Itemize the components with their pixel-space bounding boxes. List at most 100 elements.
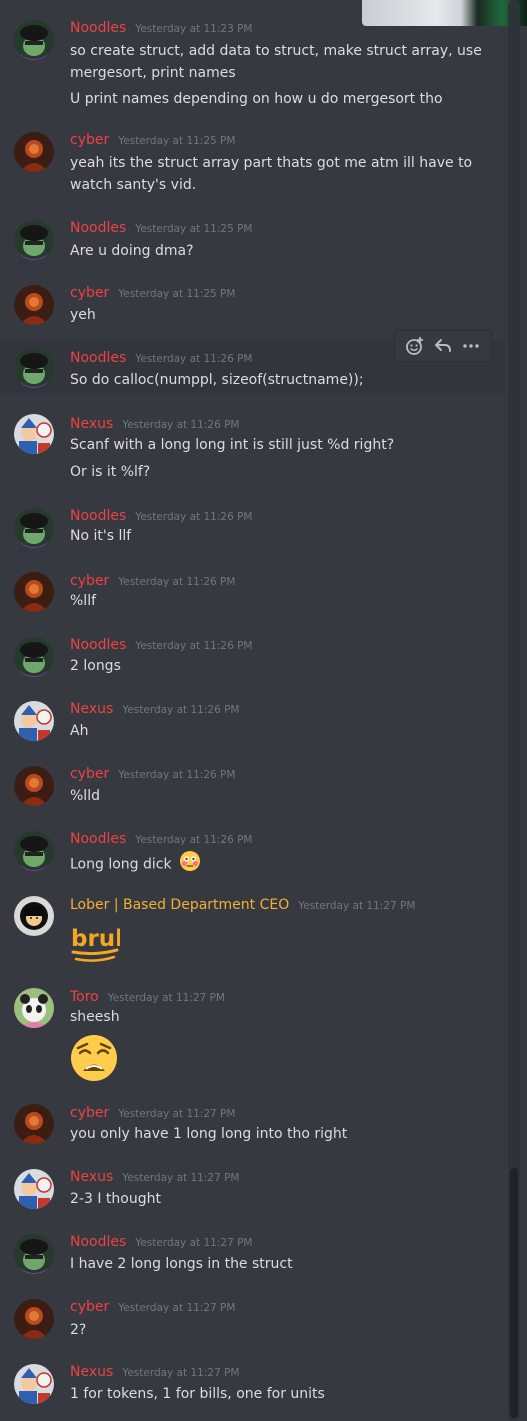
message-text: %lld	[70, 788, 100, 804]
avatar[interactable]	[14, 220, 54, 260]
message-text: you only have 1 long long into tho right	[70, 1126, 348, 1142]
message-group: Noodles Yesterday at 11:23 PM so create …	[0, 10, 505, 116]
message-text: 2-3 I thought	[70, 1191, 161, 1207]
timestamp: Yesterday at 11:27 PM	[107, 992, 225, 1004]
add-reaction-icon[interactable]	[403, 334, 427, 358]
username[interactable]: Noodles	[70, 831, 126, 847]
timestamp: Yesterday at 11:27 PM	[122, 1367, 240, 1379]
scrollbar-thumb[interactable]	[510, 1168, 518, 1418]
message-group: Noodles Yesterday at 11:26 PM No it's ll…	[0, 500, 505, 556]
flushed-emoji-icon	[179, 850, 201, 879]
message-group: Lober | Based Department CEO Yesterday a…	[0, 888, 505, 974]
username[interactable]: Nexus	[70, 701, 113, 717]
username[interactable]: Noodles	[70, 637, 126, 653]
avatar[interactable]	[14, 896, 54, 936]
message-text: U print names depending on how u do merg…	[70, 91, 443, 107]
avatar[interactable]	[14, 508, 54, 548]
timestamp: Yesterday at 11:27 PM	[118, 1108, 236, 1120]
avatar[interactable]	[14, 831, 54, 871]
timestamp: Yesterday at 11:27 PM	[135, 1237, 253, 1249]
timestamp: Yesterday at 11:23 PM	[135, 23, 253, 35]
username[interactable]: cyber	[70, 285, 109, 301]
message-group: Nexus Yesterday at 11:26 PM Ah	[0, 692, 505, 748]
username[interactable]: cyber	[70, 1299, 109, 1315]
message-group: Toro Yesterday at 11:27 PM sheesh	[0, 980, 505, 1090]
message-text: Or is it %lf?	[70, 464, 151, 480]
username[interactable]: cyber	[70, 766, 109, 782]
message-actions-toolbar	[394, 330, 492, 362]
avatar[interactable]	[14, 285, 54, 325]
username[interactable]: Noodles	[70, 350, 126, 366]
timestamp: Yesterday at 11:25 PM	[135, 223, 253, 235]
message-group: Nexus Yesterday at 11:27 PM 1 for tokens…	[0, 1356, 505, 1416]
message-group: Nexus Yesterday at 11:26 PM Scanf with a…	[0, 406, 505, 490]
message-text: No it's llf	[70, 528, 132, 544]
reply-icon[interactable]	[431, 334, 455, 358]
weary-emoji-icon	[70, 1034, 118, 1082]
message-text: So do calloc(numppl, sizeof(structname))…	[70, 372, 364, 388]
message-text: Long long dick	[70, 850, 201, 879]
avatar[interactable]	[14, 988, 54, 1028]
message-text: yeh	[70, 307, 96, 323]
timestamp: Yesterday at 11:26 PM	[122, 704, 240, 716]
username[interactable]: Nexus	[70, 1169, 113, 1185]
avatar[interactable]	[14, 1234, 54, 1274]
more-icon[interactable]	[459, 334, 483, 358]
avatar[interactable]	[14, 637, 54, 677]
username[interactable]: Noodles	[70, 220, 126, 236]
username[interactable]: Lober | Based Department CEO	[70, 897, 289, 913]
timestamp: Yesterday at 11:26 PM	[118, 769, 236, 781]
avatar[interactable]	[14, 1104, 54, 1144]
username[interactable]: Nexus	[70, 416, 113, 432]
message-group: cyber Yesterday at 11:25 PM yeh	[0, 276, 505, 332]
timestamp: Yesterday at 11:27 PM	[122, 1172, 240, 1184]
avatar[interactable]	[14, 132, 54, 172]
sticker-text: bruh	[71, 926, 120, 952]
message-text: mergesort, print names	[70, 65, 236, 81]
message-group: Noodles Yesterday at 11:27 PM I have 2 l…	[0, 1226, 505, 1284]
message-group: cyber Yesterday at 11:26 PM %llf	[0, 564, 505, 620]
timestamp: Yesterday at 11:26 PM	[118, 576, 236, 588]
timestamp: Yesterday at 11:25 PM	[118, 135, 236, 147]
message-group: cyber Yesterday at 11:27 PM 2?	[0, 1291, 505, 1349]
username[interactable]: cyber	[70, 132, 109, 148]
message-text: Ah	[70, 723, 89, 739]
timestamp: Yesterday at 11:26 PM	[135, 640, 253, 652]
message-text: 2 longs	[70, 658, 121, 674]
message-group: Nexus Yesterday at 11:27 PM 2-3 I though…	[0, 1160, 505, 1218]
timestamp: Yesterday at 11:26 PM	[135, 511, 253, 523]
message-group: cyber Yesterday at 11:26 PM %lld	[0, 758, 505, 814]
avatar[interactable]	[14, 1364, 54, 1404]
message-text: sheesh	[70, 1009, 120, 1025]
username[interactable]: Noodles	[70, 508, 126, 524]
username[interactable]: Toro	[70, 989, 99, 1005]
timestamp: Yesterday at 11:27 PM	[298, 900, 416, 912]
message-group: cyber Yesterday at 11:25 PM yeah its the…	[0, 124, 505, 194]
avatar[interactable]	[14, 348, 54, 388]
timestamp: Yesterday at 11:25 PM	[118, 288, 236, 300]
message-text: Scanf with a long long int is still just…	[70, 437, 395, 453]
avatar[interactable]	[14, 572, 54, 612]
username[interactable]: Noodles	[70, 1234, 126, 1250]
message-group: Noodles Yesterday at 11:25 PM Are u doin…	[0, 210, 505, 266]
avatar[interactable]	[14, 766, 54, 806]
message-group: Noodles Yesterday at 11:26 PM 2 longs	[0, 628, 505, 684]
avatar[interactable]	[14, 20, 54, 60]
avatar[interactable]	[14, 701, 54, 741]
timestamp: Yesterday at 11:27 PM	[118, 1302, 236, 1314]
avatar[interactable]	[14, 1299, 54, 1339]
avatar[interactable]	[14, 414, 54, 454]
message-text: Are u doing dma?	[70, 243, 194, 259]
username[interactable]: cyber	[70, 573, 109, 589]
message-text-content: Long long dick	[70, 856, 172, 873]
message-group: Noodles Yesterday at 11:26 PM Long long …	[0, 822, 505, 882]
username[interactable]: Nexus	[70, 1364, 113, 1380]
message-text: 2?	[70, 1322, 87, 1338]
timestamp: Yesterday at 11:26 PM	[135, 353, 253, 365]
username[interactable]: Noodles	[70, 20, 126, 36]
avatar[interactable]	[14, 1169, 54, 1209]
username[interactable]: cyber	[70, 1105, 109, 1121]
message-text: %llf	[70, 593, 97, 609]
message-text: so create struct, add data to struct, ma…	[70, 43, 482, 59]
bruh-sticker[interactable]: bruh	[70, 918, 132, 964]
